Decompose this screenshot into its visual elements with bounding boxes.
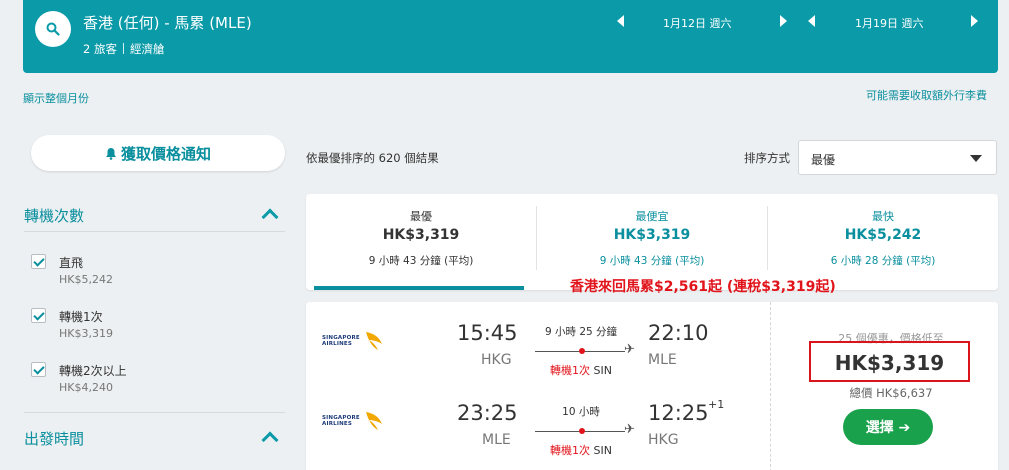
sort-label: 排序方式 bbox=[744, 151, 790, 165]
tab-duration: 9 小時 43 分鐘 (平均) bbox=[599, 255, 705, 267]
option-label: 直飛 bbox=[59, 256, 84, 270]
divider bbox=[24, 412, 285, 413]
return-leg: SINGAPORE AIRLINES 23:25 MLE 10 小時 ✈ 轉機1… bbox=[306, 398, 766, 460]
depart-time: 15:45 bbox=[457, 321, 518, 345]
promo-annotation: 香港來回馬累$2,561起 (連稅$3,319起) bbox=[570, 279, 836, 295]
search-icon bbox=[46, 22, 60, 36]
stops-count: 轉機1次 bbox=[550, 364, 591, 377]
stop-dot bbox=[579, 428, 585, 434]
airline-logo-text: SINGAPORE AIRLINES bbox=[322, 335, 360, 347]
search-summary-bar: 香港 (任何) - 馬累 (MLE) 2 旅客 經濟艙 1月12日 週六 1月19… bbox=[23, 0, 998, 73]
depart-time: 23:25 bbox=[457, 401, 518, 425]
airline-logo: SINGAPORE AIRLINES bbox=[322, 328, 384, 358]
stops-filter-title[interactable]: 轉機次數 bbox=[24, 205, 84, 226]
depart-date[interactable]: 1月12日 週六 bbox=[663, 15, 732, 31]
price-alert-button[interactable]: 獲取價格通知 bbox=[31, 135, 285, 171]
depart-next-date-arrow[interactable] bbox=[780, 15, 787, 27]
return-date[interactable]: 1月19日 週六 bbox=[855, 15, 924, 31]
airline-logo: SINGAPORE AIRLINES bbox=[322, 408, 384, 438]
total-price: 總價 HK$6,637 bbox=[849, 386, 933, 400]
option-price: HK$5,242 bbox=[59, 273, 113, 286]
plane-icon: ✈ bbox=[624, 422, 635, 437]
option-price: HK$4,240 bbox=[59, 381, 113, 394]
chevron-up-icon[interactable] bbox=[261, 208, 279, 226]
tab-price: HK$3,319 bbox=[382, 227, 460, 243]
price-alert-label: 獲取價格通知 bbox=[120, 144, 211, 163]
bird-logo-icon bbox=[366, 332, 382, 350]
active-tab-indicator bbox=[314, 286, 524, 290]
tab-price: HK$5,242 bbox=[844, 227, 922, 243]
departure-time-filter-title[interactable]: 出發時間 bbox=[24, 428, 84, 449]
price: HK$3,319 bbox=[834, 351, 945, 375]
results-count: 依最優排序的 620 個結果 bbox=[306, 151, 439, 165]
arrive-time: 22:10 bbox=[648, 321, 709, 345]
route-title[interactable]: 香港 (任何) - 馬累 (MLE) bbox=[83, 12, 252, 33]
price-highlight-box: HK$3,319 bbox=[809, 341, 970, 382]
stop-dot bbox=[579, 348, 585, 354]
day-offset: +1 bbox=[708, 398, 725, 411]
depart-airport: MLE bbox=[482, 432, 511, 448]
caret-down-icon bbox=[970, 155, 982, 162]
checkbox-1-stop[interactable] bbox=[31, 308, 46, 323]
checkbox-2plus-stops[interactable] bbox=[31, 362, 46, 377]
via-airport: SIN bbox=[593, 364, 612, 377]
arrive-airport: MLE bbox=[648, 352, 677, 368]
tab-title: 最優 bbox=[410, 210, 432, 223]
return-next-date-arrow[interactable] bbox=[971, 15, 978, 27]
airline-logo-text: SINGAPORE AIRLINES bbox=[322, 415, 360, 427]
option-label: 轉機2次以上 bbox=[59, 364, 127, 378]
outbound-leg: SINGAPORE AIRLINES 15:45 HKG 9 小時 25 分鐘 … bbox=[306, 320, 766, 380]
sort-selected-value: 最優 bbox=[811, 153, 836, 167]
return-prev-date-arrow[interactable] bbox=[808, 15, 815, 27]
option-price: HK$3,319 bbox=[59, 327, 113, 340]
bell-icon bbox=[105, 147, 116, 160]
option-label: 轉機1次 bbox=[59, 310, 103, 324]
arrive-airport: HKG bbox=[648, 432, 679, 448]
chevron-up-icon[interactable] bbox=[261, 431, 279, 449]
depart-airport: HKG bbox=[481, 352, 512, 368]
flight-duration: 10 小時 bbox=[562, 406, 600, 418]
tab-title: 最便宜 bbox=[635, 210, 669, 223]
stops-count: 轉機1次 bbox=[550, 444, 591, 457]
sort-dropdown[interactable]: 最優 bbox=[798, 140, 997, 175]
tab-best[interactable]: 最優 HK$3,319 9 小時 43 分鐘 (平均) bbox=[306, 194, 536, 290]
select-button[interactable]: 選擇 ➔ bbox=[843, 409, 933, 445]
tab-duration: 6 小時 28 分鐘 (平均) bbox=[830, 255, 936, 267]
via-airport: SIN bbox=[593, 444, 612, 457]
divider bbox=[770, 302, 771, 470]
depart-prev-date-arrow[interactable] bbox=[617, 15, 624, 27]
show-full-month-link[interactable]: 顯示整個月份 bbox=[23, 90, 89, 106]
travelers-count: 2 旅客 bbox=[83, 42, 117, 56]
checkbox-nonstop[interactable] bbox=[31, 254, 46, 269]
travelers-cabin[interactable]: 2 旅客 經濟艙 bbox=[83, 41, 164, 57]
baggage-fees-link[interactable]: 可能需要收取額外行李費 bbox=[866, 87, 987, 103]
search-button[interactable] bbox=[35, 11, 71, 47]
flight-duration: 9 小時 25 分鐘 bbox=[544, 326, 618, 338]
tab-price: HK$3,319 bbox=[613, 227, 691, 243]
divider bbox=[24, 231, 285, 232]
bird-logo-icon bbox=[366, 412, 382, 430]
arrive-time: 12:25 bbox=[648, 401, 709, 425]
cabin-class: 經濟艙 bbox=[129, 42, 165, 56]
divider bbox=[122, 43, 124, 54]
tab-title: 最快 bbox=[872, 210, 894, 223]
stops-info: 轉機1次 SIN bbox=[531, 362, 631, 378]
stops-info: 轉機1次 SIN bbox=[531, 442, 631, 458]
tab-duration: 9 小時 43 分鐘 (平均) bbox=[368, 255, 474, 267]
flight-result-card[interactable]: SINGAPORE AIRLINES 15:45 HKG 9 小時 25 分鐘 … bbox=[306, 302, 998, 470]
plane-icon: ✈ bbox=[624, 342, 635, 357]
